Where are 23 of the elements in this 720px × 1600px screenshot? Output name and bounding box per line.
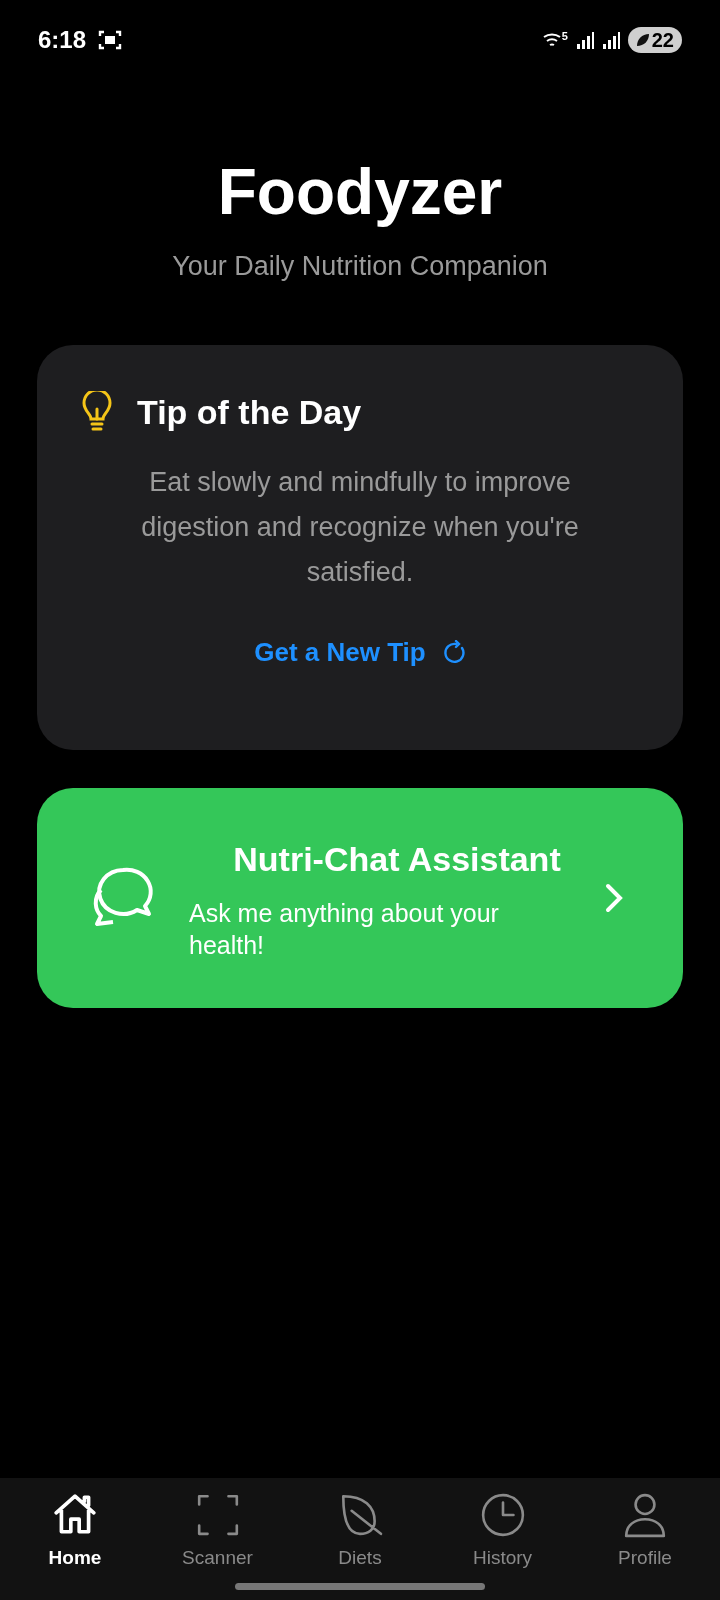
chevron-right-icon [605,882,623,913]
nav-tab[interactable]: History [447,1492,558,1573]
nav-tab[interactable]: Home [20,1492,130,1573]
clock-icon [479,1492,526,1538]
signal-icon [601,31,620,49]
lightbulb-icon [81,391,113,433]
nav-tab[interactable]: Scanner [162,1492,273,1573]
signal-icon [575,31,594,49]
network-type: 5 [561,28,568,44]
chat-title: Nutri-Chat Assistant [233,839,561,880]
person-icon [622,1492,668,1538]
tip-text: Eat slowly and mindfully to improve digestion and recognize when you're satisfied. [140,465,580,589]
leaf-icon [635,33,650,47]
tip-title: Tip of the Day [137,391,362,433]
nav-tab[interactable]: Diets [305,1492,415,1573]
battery-indicator: 22 [627,27,682,53]
new-tip-button[interactable]: Get a New Tip [254,632,466,672]
screenshot-icon [98,29,123,51]
nav-tab[interactable]: Profile [590,1492,700,1573]
refresh-icon [443,640,466,664]
chat-subtitle: Ask me anything about your health! [189,898,500,961]
status-time: 6:18 [38,25,87,55]
app-subtitle: Your Daily Nutrition Companion [172,250,548,283]
